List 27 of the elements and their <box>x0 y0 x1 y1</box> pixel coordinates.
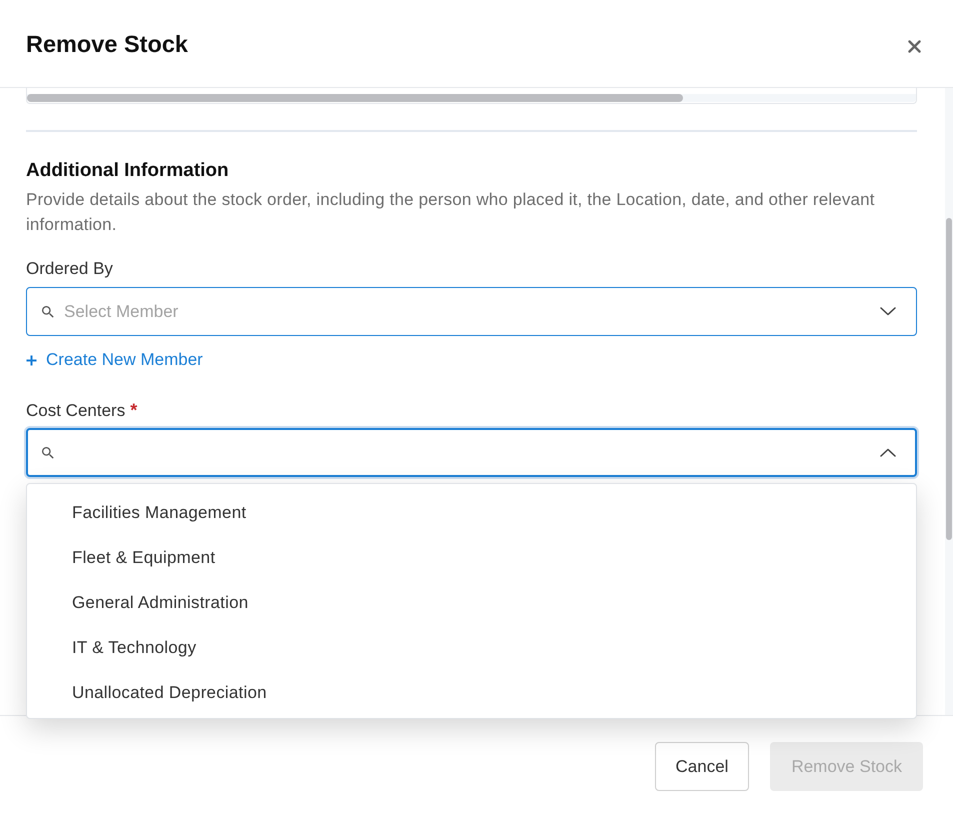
vertical-scrollbar[interactable] <box>945 88 953 715</box>
dropdown-option[interactable]: General Administration <box>27 580 916 625</box>
required-mark: * <box>130 399 138 421</box>
dropdown-option[interactable]: Facilities Management <box>27 490 916 535</box>
section-description: Provide details about the stock order, including the person who placed it, the Location, date, and other relevant information. <box>26 189 876 236</box>
chevron-up-icon[interactable] <box>880 448 896 457</box>
scrollbar-thumb[interactable] <box>27 94 683 102</box>
dropdown-option[interactable]: IT & Technology <box>27 625 916 670</box>
search-icon <box>42 306 54 318</box>
scrollbar-thumb[interactable] <box>946 218 952 540</box>
select-field[interactable]: Select Member <box>26 287 917 336</box>
section-title: Additional Information <box>26 159 230 183</box>
plus-icon <box>26 354 37 366</box>
search-icon <box>42 446 54 458</box>
dialog-title: Remove Stock <box>26 31 188 58</box>
horizontal-scrollbar[interactable] <box>27 94 916 102</box>
cancel-button[interactable]: Cancel <box>654 742 750 791</box>
close-icon <box>908 40 921 53</box>
field-label: Ordered By <box>26 258 113 280</box>
search-input[interactable]: Select Member <box>64 300 870 322</box>
select-field[interactable] <box>26 428 917 477</box>
dropdown-option[interactable]: Unallocated Depreciation <box>27 670 916 715</box>
field-label: Cost Centers <box>26 400 126 422</box>
chevron-down-icon[interactable] <box>880 307 896 316</box>
close-button[interactable] <box>906 38 923 55</box>
create-member-link[interactable]: Create New Member <box>26 349 203 371</box>
dropdown-option[interactable]: Fleet & Equipment <box>27 535 916 580</box>
